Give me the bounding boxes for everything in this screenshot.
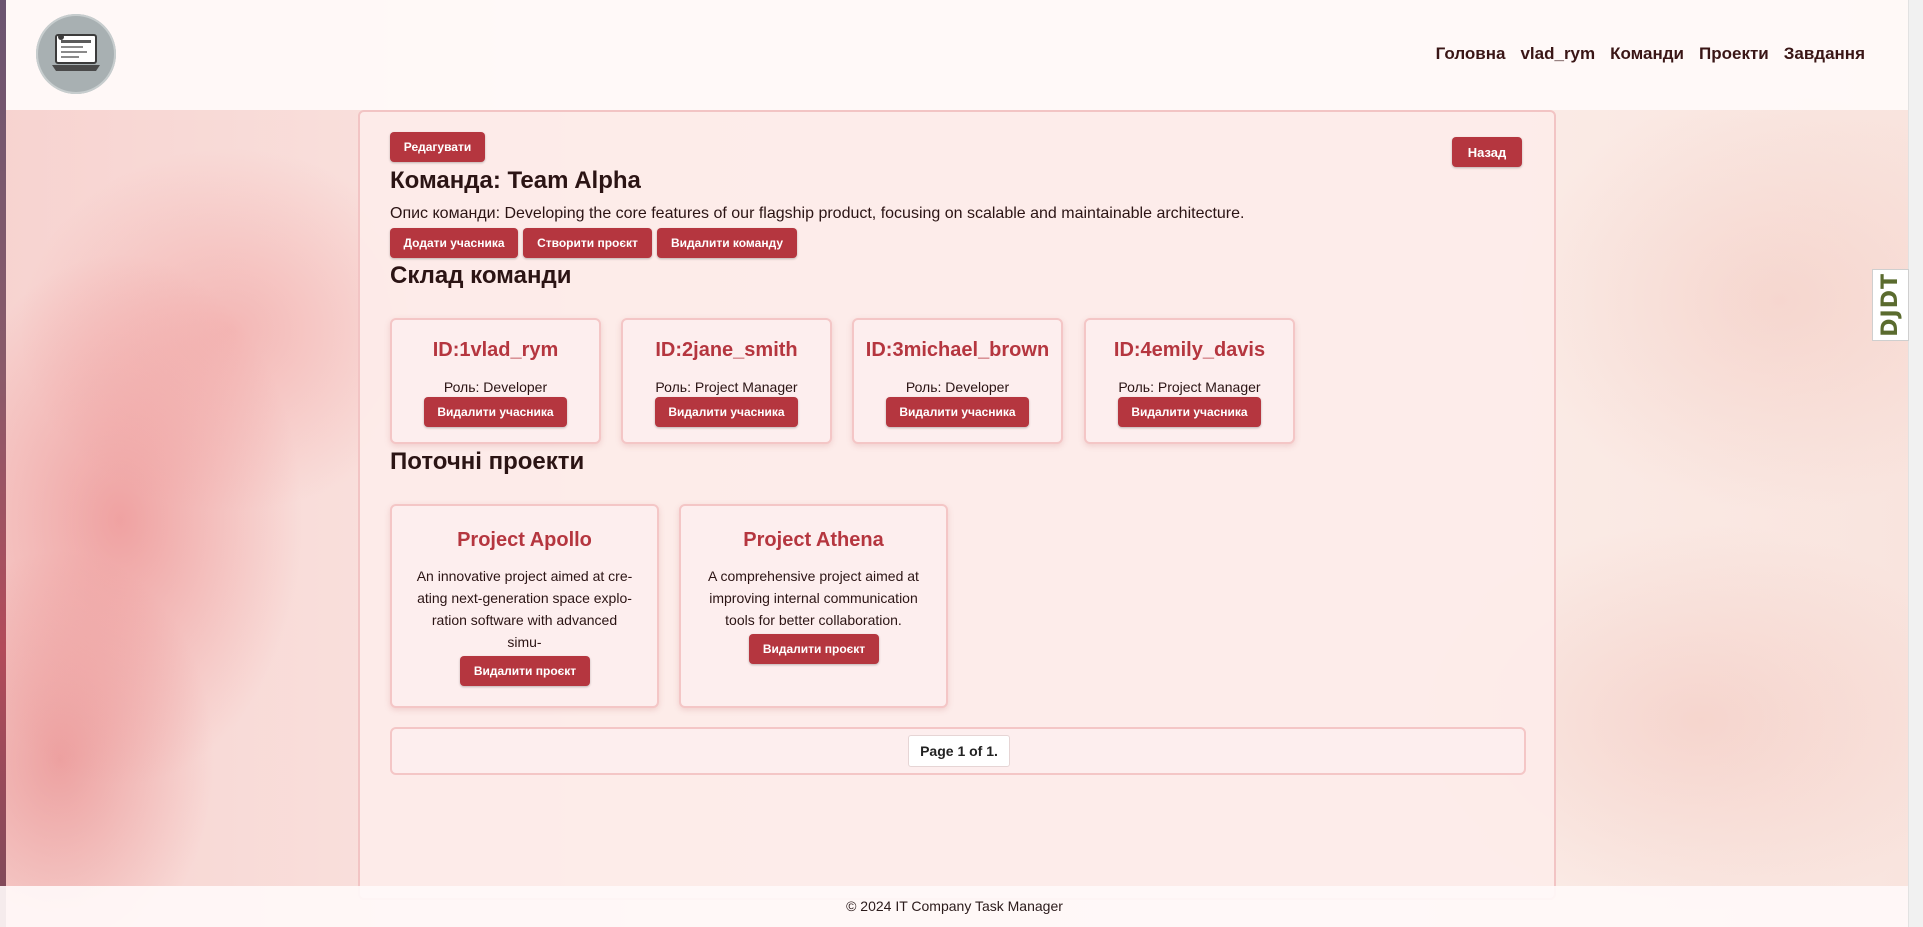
project-card: Project Apollo An innovative project aim… xyxy=(390,504,659,708)
main-nav: Головна vlad_rym Команди Проекти Завданн… xyxy=(1436,44,1865,64)
nav-link-tasks[interactable]: Завдання xyxy=(1784,44,1865,64)
nav-link-profile[interactable]: vlad_rym xyxy=(1520,44,1595,64)
debug-toolbar-label: DJDT xyxy=(1878,273,1903,337)
nav-link-projects[interactable]: Проекти xyxy=(1699,44,1769,64)
member-role: Роль: Developer xyxy=(905,379,1010,395)
delete-member-button[interactable]: Видалити учасника xyxy=(424,397,567,427)
footer-copyright: © 2024 IT Company Task Manager xyxy=(846,898,1063,914)
create-project-button[interactable]: Створити проєкт xyxy=(523,228,652,258)
members-heading: Склад команди xyxy=(390,262,572,289)
delete-project-button[interactable]: Видалити проєкт xyxy=(460,656,590,686)
delete-member-button[interactable]: Видалити учасника xyxy=(655,397,798,427)
nav-link-home[interactable]: Головна xyxy=(1436,44,1506,64)
laptop-logo-icon[interactable] xyxy=(36,14,116,94)
delete-team-button[interactable]: Видалити команду xyxy=(657,228,797,258)
member-title: ID:1vlad_rym xyxy=(432,339,559,361)
project-description: A comprehensive project aimed at improvi… xyxy=(708,568,919,628)
member-title: ID:3michael_brown xyxy=(865,339,1050,361)
project-title: Project Apollo xyxy=(457,529,592,551)
member-card: ID:4emily_davis Роль: Project Manager Ви… xyxy=(1084,318,1295,444)
member-card: ID:1vlad_rym Роль: Developer Видалити уч… xyxy=(390,318,601,444)
nav-link-teams[interactable]: Команди xyxy=(1610,44,1684,64)
projects-heading: Поточні проекти xyxy=(390,448,585,475)
edit-team-button[interactable]: Редагувати xyxy=(390,132,485,162)
member-card: ID:3michael_brown Роль: Developer Видали… xyxy=(852,318,1063,444)
debug-toolbar-toggle[interactable]: DJDT xyxy=(1872,269,1909,341)
delete-member-button[interactable]: Видалити учасника xyxy=(1118,397,1261,427)
member-role: Роль: Project Manager xyxy=(655,379,798,395)
member-title: ID:4emily_davis xyxy=(1113,339,1266,361)
member-role: Роль: Project Manager xyxy=(1118,379,1261,395)
vertical-scrollbar[interactable] xyxy=(1908,0,1923,927)
back-button[interactable]: Назад xyxy=(1452,137,1522,167)
project-title: Project Athena xyxy=(743,529,884,551)
pagination-bar: Page 1 of 1. xyxy=(390,727,1526,775)
delete-project-button[interactable]: Видалити проєкт xyxy=(749,634,879,664)
site-header: Головна vlad_rym Команди Проекти Завданн… xyxy=(6,0,1909,110)
site-footer: © 2024 IT Company Task Manager xyxy=(0,886,1909,927)
member-card: ID:2jane_smith Роль: Project Manager Вид… xyxy=(621,318,832,444)
delete-member-button[interactable]: Видалити учасника xyxy=(886,397,1029,427)
add-member-button[interactable]: Додати учасника xyxy=(390,228,518,258)
member-role: Роль: Developer xyxy=(443,379,548,395)
team-description: Опис команди: Developing the core featur… xyxy=(390,205,1245,222)
page-indicator: Page 1 of 1. xyxy=(908,735,1010,767)
project-card: Project Athena A comprehensive project a… xyxy=(679,504,948,708)
member-title: ID:2jane_smith xyxy=(655,339,798,361)
team-title: Команда: Team Alpha xyxy=(390,167,641,194)
left-window-edge xyxy=(0,0,6,927)
team-detail-panel: Редагувати Назад Команда: Team Alpha Опи… xyxy=(358,110,1556,900)
